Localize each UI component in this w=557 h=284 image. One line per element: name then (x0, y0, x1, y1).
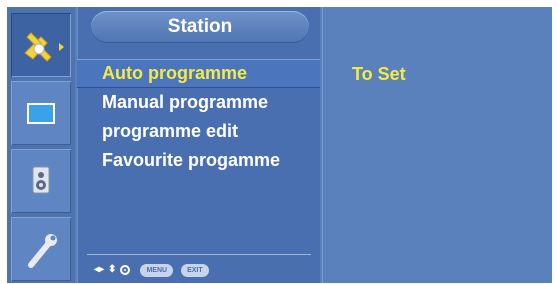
left-right-arrows-icon: ◂▸ (94, 264, 105, 275)
tab-setup[interactable] (11, 217, 71, 281)
speaker-audio-icon (32, 166, 50, 194)
osd-menu: Station Auto programme Manual programme … (7, 7, 552, 283)
menu-title: Station (91, 11, 309, 43)
menu-key-badge: MENU (140, 263, 174, 277)
wrench-setup-icon (28, 234, 57, 268)
picture-screen-icon (27, 103, 55, 124)
menu-item-manual-programme[interactable]: Manual programme (77, 88, 320, 117)
menu-panel: Station Auto programme Manual programme … (77, 7, 320, 283)
value-panel: To Set (322, 7, 552, 283)
menu-item-programme-edit[interactable]: programme edit (77, 117, 320, 146)
tab-picture[interactable] (11, 81, 71, 145)
menu-item-auto-programme[interactable]: Auto programme (77, 59, 320, 88)
menu-item-favourite-programme[interactable]: Favourite progamme (77, 146, 320, 175)
satellite-station-icon (24, 32, 64, 62)
tab-station[interactable] (11, 13, 71, 77)
auto-programme-value[interactable]: To Set (352, 60, 406, 89)
ok-button-icon (120, 265, 131, 275)
up-down-arrows-icon: ⬍ (108, 264, 117, 275)
menu-list: Auto programme Manual programme programm… (77, 59, 320, 175)
tab-audio[interactable] (11, 149, 71, 213)
navigation-hints: ◂▸ ⬍ MENU EXIT (94, 261, 209, 279)
divider (87, 254, 311, 255)
category-sidebar (7, 7, 75, 283)
exit-key-badge: EXIT (181, 263, 209, 277)
